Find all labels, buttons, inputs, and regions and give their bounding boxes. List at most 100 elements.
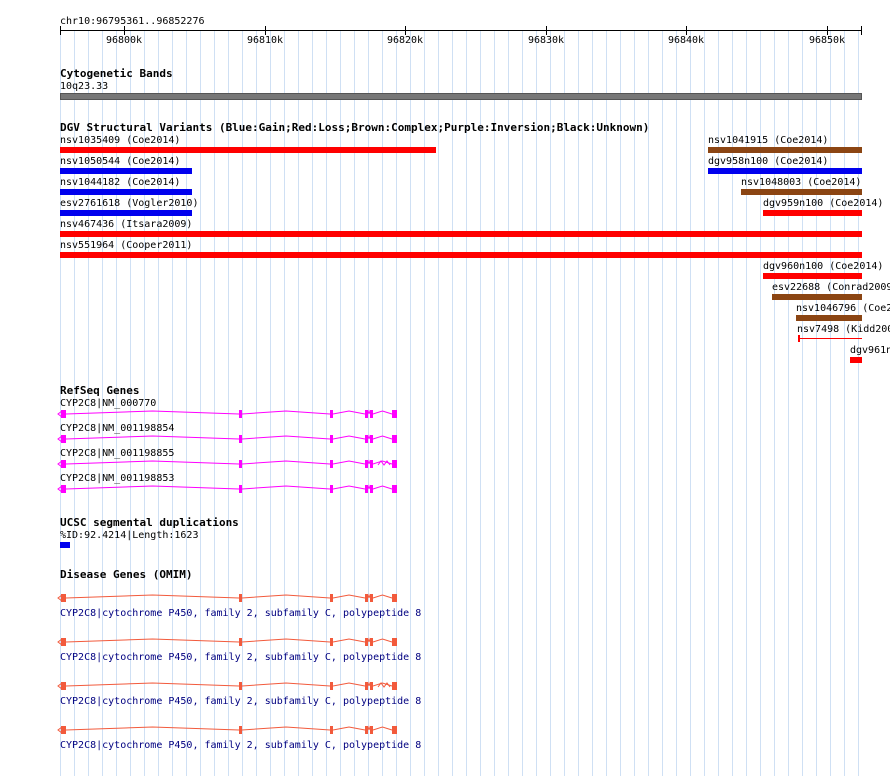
ruler-tick <box>405 26 406 35</box>
refseq-gene-model[interactable] <box>0 482 890 496</box>
grid-line <box>186 30 187 776</box>
grid-line <box>298 30 299 776</box>
dgv-feature-label: nsv7498 (Kidd2008) <box>797 324 890 335</box>
grid-line <box>410 30 411 776</box>
grid-line <box>522 30 523 776</box>
dgv-feature-end-mark <box>798 335 800 342</box>
ruler-tick-label: 96850k <box>808 35 846 46</box>
dgv-feature-bar[interactable] <box>763 273 862 279</box>
dgv-track-title: DGV Structural Variants (Blue:Gain;Red:L… <box>60 121 650 134</box>
dgv-feature-bar[interactable] <box>60 168 192 174</box>
dgv-feature-label: dgv961n100 <box>850 345 890 356</box>
omim-gene-label: CYP2C8|cytochrome P450, family 2, subfam… <box>60 740 422 751</box>
grid-line <box>648 30 649 776</box>
dgv-feature-bar[interactable] <box>60 147 436 153</box>
dgv-feature-bar[interactable] <box>796 315 862 321</box>
cytoband-label: 10q23.33 <box>60 81 109 92</box>
refseq-gene-model[interactable] <box>0 432 890 446</box>
grid-line <box>452 30 453 776</box>
segdup-label: %ID:92.4214|Length:1623 <box>60 530 199 541</box>
grid-line <box>578 30 579 776</box>
cytoband-track-title: Cytogenetic Bands <box>60 67 173 80</box>
omim-gene-model[interactable] <box>0 679 890 693</box>
dgv-feature-bar[interactable] <box>798 338 862 339</box>
dgv-feature-label: esv2761618 (Vogler2010) <box>60 198 199 209</box>
ruler-end-tick <box>861 26 862 35</box>
omim-gene-model[interactable] <box>0 635 890 649</box>
grid-line <box>438 30 439 776</box>
ruler-tick <box>124 26 125 35</box>
grid-line <box>382 30 383 776</box>
grid-line <box>564 30 565 776</box>
grid-line <box>340 30 341 776</box>
grid-line <box>620 30 621 776</box>
grid-line <box>606 30 607 776</box>
ruler-tick-label: 96800k <box>105 35 143 46</box>
dgv-feature-label: nsv1050544 (Coe2014) <box>60 156 181 167</box>
grid-line <box>214 30 215 776</box>
dgv-feature-bar[interactable] <box>60 189 192 195</box>
ruler-tick <box>686 26 687 35</box>
grid-line <box>704 30 705 776</box>
segdup-bar[interactable] <box>60 542 70 548</box>
omim-track-title: Disease Genes (OMIM) <box>60 568 193 581</box>
dgv-feature-label: dgv960n100 (Coe2014) <box>763 261 884 272</box>
dgv-feature-label: nsv467436 (Itsara2009) <box>60 219 193 230</box>
dgv-feature-label: dgv958n100 (Coe2014) <box>708 156 829 167</box>
dgv-feature-bar[interactable] <box>763 210 862 216</box>
dgv-feature-label: nsv1046796 (Coe2014) <box>796 303 890 314</box>
cytoband-bar[interactable] <box>60 93 862 100</box>
grid-line <box>858 30 859 776</box>
grid-line <box>550 30 551 776</box>
ruler-axis <box>60 30 862 31</box>
grid-line <box>830 30 831 776</box>
dgv-feature-label: nsv1048003 (Coe2014) <box>741 177 862 188</box>
grid-line <box>228 30 229 776</box>
ruler-tick <box>265 26 266 35</box>
ruler: chr10:96795361..96852276 96800k 96810k 9… <box>0 0 890 50</box>
grid-line <box>494 30 495 776</box>
ruler-tick-label: 96820k <box>386 35 424 46</box>
grid-line <box>592 30 593 776</box>
grid-line <box>354 30 355 776</box>
omim-gene-label: CYP2C8|cytochrome P450, family 2, subfam… <box>60 608 422 619</box>
ruler-start-tick <box>60 26 61 35</box>
grid-line <box>270 30 271 776</box>
ruler-tick-label: 96830k <box>527 35 565 46</box>
dgv-feature-label: nsv1041915 (Coe2014) <box>708 135 829 146</box>
dgv-feature-bar[interactable] <box>850 357 862 363</box>
grid-line <box>690 30 691 776</box>
grid-line <box>242 30 243 776</box>
ruler-tick-label: 96810k <box>246 35 284 46</box>
location-label: chr10:96795361..96852276 <box>60 16 205 27</box>
refseq-gene-model[interactable] <box>0 407 890 421</box>
omim-gene-label: CYP2C8|cytochrome P450, family 2, subfam… <box>60 696 422 707</box>
dgv-feature-bar[interactable] <box>60 252 862 258</box>
grid-line <box>508 30 509 776</box>
omim-gene-model[interactable] <box>0 591 890 605</box>
ruler-tick <box>546 26 547 35</box>
grid-line <box>326 30 327 776</box>
grid-line <box>424 30 425 776</box>
refseq-gene-model[interactable] <box>0 457 890 471</box>
omim-gene-model[interactable] <box>0 723 890 737</box>
dgv-feature-bar[interactable] <box>60 231 862 237</box>
grid-line <box>662 30 663 776</box>
grid-line <box>368 30 369 776</box>
dgv-feature-bar[interactable] <box>772 294 862 300</box>
grid-line <box>466 30 467 776</box>
dgv-feature-bar[interactable] <box>60 210 192 216</box>
grid-line <box>396 30 397 776</box>
grid-line <box>844 30 845 776</box>
grid-line <box>536 30 537 776</box>
dgv-feature-label: nsv551964 (Cooper2011) <box>60 240 193 251</box>
genome-browser-panel: chr10:96795361..96852276 96800k 96810k 9… <box>0 0 890 776</box>
grid-line <box>634 30 635 776</box>
dgv-feature-bar[interactable] <box>708 168 862 174</box>
dgv-feature-bar[interactable] <box>708 147 862 153</box>
ruler-tick-label: 96840k <box>667 35 705 46</box>
dgv-feature-bar[interactable] <box>741 189 862 195</box>
grid-line <box>676 30 677 776</box>
segdup-track-title: UCSC segmental duplications <box>60 516 239 529</box>
ruler-tick <box>827 26 828 35</box>
